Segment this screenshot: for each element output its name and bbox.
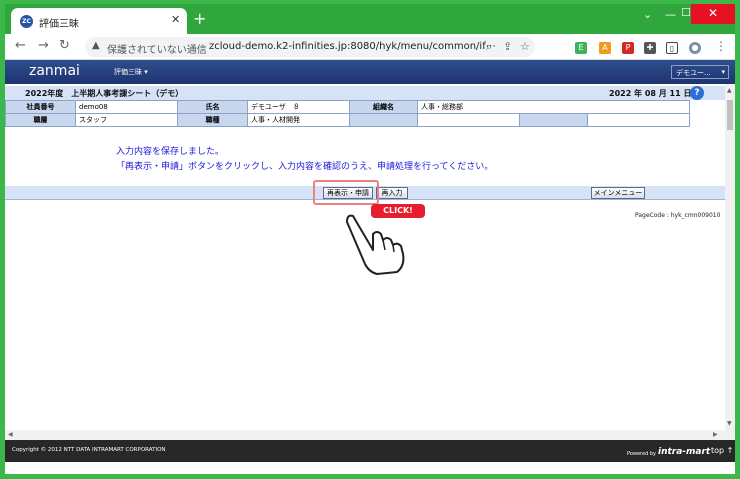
more-menu-icon[interactable]: ⋮ — [715, 39, 727, 53]
job-level-label: 職層 — [5, 113, 76, 127]
tab-title: 評価三昧 — [39, 19, 79, 30]
tab-strip: ZC 評価三昧 ✕ + ⌄ — ☐ ✕ — [5, 4, 735, 34]
scroll-down-icon[interactable]: ▼ — [727, 420, 732, 427]
browser-window: ZC 評価三昧 ✕ + ⌄ — ☐ ✕ ← → ↻ ▲ 保護されていない通信 z… — [5, 4, 735, 474]
powered-by-text: Powered by — [627, 451, 656, 457]
extension-a-icon[interactable]: A — [599, 42, 611, 54]
back-icon[interactable]: ← — [15, 38, 26, 53]
tab-hyoka-zanmai[interactable]: ZC 評価三昧 ✕ — [11, 8, 187, 34]
name-label: 氏名 — [177, 100, 248, 114]
new-tab-icon[interactable]: + — [193, 9, 206, 28]
employee-info-table: 社員番号 demo08 氏名 デモユーザ ８ 組織名 人事・総務部 職層 スタッ… — [5, 100, 690, 127]
close-tab-icon[interactable]: ✕ — [171, 13, 180, 26]
zoom-icon[interactable]: ⌕ — [486, 40, 492, 54]
app-header: zanmai 評価三昧 ▾ デモユー... ▾ — [5, 60, 735, 84]
organization-label: 組織名 — [349, 100, 418, 114]
address-bar[interactable]: ▲ 保護されていない通信 zcloud-demo.k2-infinities.j… — [85, 37, 535, 57]
empty-cell — [417, 113, 520, 127]
extensions-puzzle-icon[interactable]: ✚ — [644, 42, 656, 54]
button-highlight-box — [313, 180, 379, 205]
copyright-text: Copyright © 2012 NTT DATA INTRAMART CORP… — [12, 447, 166, 453]
forward-icon[interactable]: → — [38, 38, 49, 53]
favicon-icon: ZC — [20, 15, 33, 28]
page-footer: Copyright © 2012 NTT DATA INTRAMART CORP… — [5, 440, 735, 462]
window-close-icon[interactable]: ✕ — [691, 4, 735, 24]
job-type-label: 職種 — [177, 113, 248, 127]
main-menu-button[interactable]: メインメニュー — [591, 187, 645, 199]
browser-toolbar: ← → ↻ ▲ 保護されていない通信 zcloud-demo.k2-infini… — [5, 34, 735, 60]
vertical-scrollbar[interactable]: ▲ ▼ — [725, 84, 735, 440]
share-icon[interactable]: ⇪ — [503, 40, 512, 53]
sheet-title-bar: 2022年度 上半期人事考課シート（デモ） 2022 年 08 月 11 日 ? — [5, 86, 725, 100]
horizontal-scrollbar[interactable]: ◀ ▶ — [5, 430, 725, 440]
minimize-icon[interactable]: — — [665, 8, 676, 21]
pointing-hand-icon — [346, 214, 405, 275]
bookmark-star-icon[interactable]: ☆ — [520, 40, 530, 53]
sheet-title: 2022年度 上半期人事考課シート（デモ） — [25, 89, 184, 98]
security-label: 保護されていない通信 — [107, 45, 207, 56]
current-date: 2022 年 08 月 11 日 — [609, 89, 692, 98]
pdf-icon[interactable]: P — [622, 42, 634, 54]
employee-id-label: 社員番号 — [5, 100, 76, 114]
scroll-up-icon[interactable]: ▲ — [727, 87, 732, 94]
warning-icon: ▲ — [92, 40, 100, 51]
zanmai-logo[interactable]: zanmai — [29, 63, 80, 79]
page-content: 2022年度 上半期人事考課シート（デモ） 2022 年 08 月 11 日 ?… — [5, 84, 725, 440]
empty-cell — [587, 113, 690, 127]
reload-icon[interactable]: ↻ — [59, 38, 70, 53]
job-type-value: 人事・人材開発 — [247, 113, 350, 127]
instruction-message: 「再表示・申請」ボタンをクリックし、入力内容を確認のうえ、申請処理を行ってくださ… — [116, 162, 494, 172]
profile-avatar-icon[interactable]: ● — [689, 42, 701, 54]
scroll-left-icon[interactable]: ◀ — [8, 431, 13, 438]
table-row: 職層 スタッフ 職種 人事・人材開発 — [5, 113, 690, 127]
scroll-right-icon[interactable]: ▶ — [713, 431, 718, 438]
back-to-top-link[interactable]: top ↑ — [711, 446, 733, 455]
intra-mart-logo: intra-mart — [658, 447, 711, 457]
save-message: 入力内容を保存しました。 — [116, 147, 225, 157]
job-level-value: スタッフ — [75, 113, 178, 127]
name-value: デモユーザ ８ — [247, 100, 350, 114]
user-name: デモユー... — [676, 69, 711, 77]
table-row: 社員番号 demo08 氏名 デモユーザ ８ 組織名 人事・総務部 — [5, 100, 690, 114]
tab-search-icon[interactable]: ⌄ — [643, 8, 652, 21]
help-icon[interactable]: ? — [690, 86, 704, 100]
employee-id-value: demo08 — [75, 100, 178, 114]
user-menu-dropdown[interactable]: デモユー... ▾ — [671, 65, 729, 79]
empty-header-cell — [349, 113, 418, 127]
page-code: PageCode : hyk_cmn009010 — [635, 212, 721, 219]
empty-header-cell — [519, 113, 588, 127]
maximize-icon[interactable]: ☐ — [681, 6, 691, 19]
side-panel-icon[interactable]: ▯ — [666, 42, 678, 54]
evernote-icon[interactable]: E — [575, 42, 587, 54]
organization-value: 人事・総務部 — [417, 100, 690, 114]
scroll-thumb[interactable] — [727, 100, 733, 130]
app-menu-dropdown[interactable]: 評価三昧 ▾ — [114, 67, 148, 77]
url-text[interactable]: zcloud-demo.k2-infinities.jp:8080/hyk/me… — [209, 41, 496, 52]
reinput-button[interactable]: 再入力 — [376, 187, 408, 199]
chevron-down-icon: ▾ — [721, 68, 725, 76]
